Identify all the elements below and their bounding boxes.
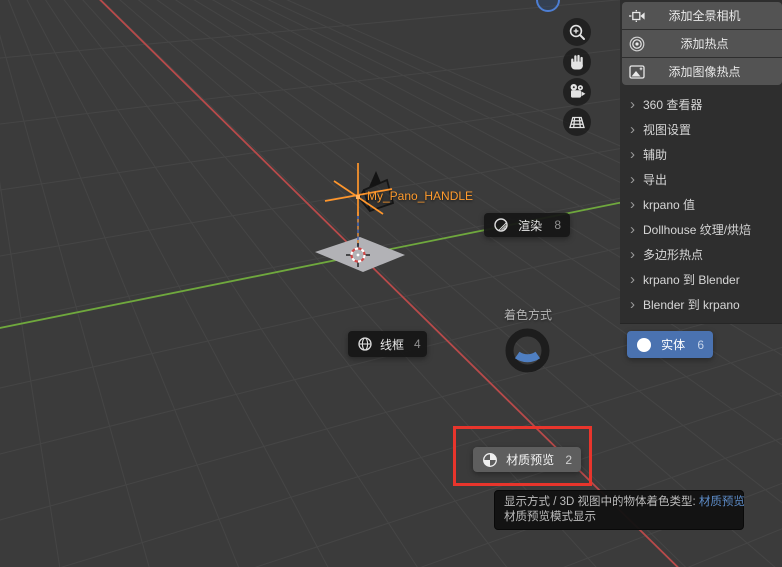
sidebar-section-export[interactable]: › 导出: [630, 169, 780, 189]
chevron-right-icon: ›: [630, 95, 635, 113]
wireframe-sphere-icon: [357, 336, 373, 352]
pan-button[interactable]: [563, 48, 591, 76]
target-rings-icon: [629, 36, 645, 52]
annotation-highlight-rect: [453, 426, 592, 486]
x-axis-line: [99, 0, 679, 567]
tooltip-highlight-value: 材质预览: [698, 496, 745, 508]
pie-menu-title: 着色方式: [503, 308, 552, 322]
grid-floor-icon: [569, 116, 585, 129]
pie-item-rendered[interactable]: 渲染 8: [484, 213, 570, 237]
solid-sphere-icon: [636, 337, 652, 353]
sidebar-section-dollhouse-bake[interactable]: › Dollhouse 纹理/烘焙: [630, 219, 780, 239]
tooltip-line2: 材质预览模式显示: [504, 510, 596, 523]
sidebar-section-360-viewer[interactable]: › 360 查看器: [630, 94, 780, 114]
ground-plane: [315, 237, 405, 272]
grid-view-button[interactable]: [563, 108, 591, 136]
add-pano-camera-button[interactable]: 添加全景相机: [622, 2, 782, 29]
sidebar-section-view-settings[interactable]: › 视图设置: [630, 119, 780, 139]
chevron-right-icon: ›: [630, 270, 635, 288]
sidebar-section-krpano-to-blender[interactable]: › krpano 到 Blender: [630, 269, 780, 289]
chevron-right-icon: ›: [630, 145, 635, 163]
add-image-hotspot-button[interactable]: 添加图像热点: [622, 58, 782, 85]
camera-view-button[interactable]: [563, 78, 591, 106]
sidebar-section-polygon-hotspot[interactable]: › 多边形热点: [630, 244, 780, 264]
image-icon: [629, 64, 645, 80]
chevron-right-icon: ›: [630, 295, 635, 313]
tooltip-line1: 显示方式 / 3D 视图中的物体着色类型: 材质预览: [504, 496, 745, 508]
chevron-right-icon: ›: [630, 170, 635, 188]
chevron-right-icon: ›: [630, 195, 635, 213]
pan-hand-icon: [571, 54, 583, 70]
chevron-right-icon: ›: [630, 120, 635, 138]
sidebar-panel: 添加全景相机 添加热点 添加图像热点 › 360 查看器 › 视图设置 › 辅助 › 导…: [620, 0, 782, 324]
object-name-label: My_Pano_HANDLE: [367, 189, 474, 203]
chevron-right-icon: ›: [630, 220, 635, 238]
pie-item-wireframe[interactable]: 线框 4: [348, 331, 427, 357]
sidebar-section-krpano-values[interactable]: › krpano 值: [630, 194, 780, 214]
zoom-button[interactable]: [563, 18, 591, 46]
movie-camera-icon: [570, 84, 586, 98]
zoom-in-icon: [569, 24, 585, 40]
chevron-right-icon: ›: [630, 245, 635, 263]
sidebar-section-assist[interactable]: › 辅助: [630, 144, 780, 164]
pie-menu-center[interactable]: [503, 326, 553, 376]
pie-item-solid[interactable]: 实体 6: [627, 331, 713, 358]
pie-direction-arc: [514, 351, 541, 363]
tooltip: 显示方式 / 3D 视图中的物体着色类型: 材质预览 材质预览模式显示: [494, 490, 745, 530]
sidebar-section-blender-to-krpano[interactable]: › Blender 到 krpano: [630, 294, 780, 314]
add-hotspot-button[interactable]: 添加热点: [622, 30, 782, 57]
camera-marker-icon: [629, 8, 645, 24]
rendered-sphere-icon: [493, 217, 509, 233]
